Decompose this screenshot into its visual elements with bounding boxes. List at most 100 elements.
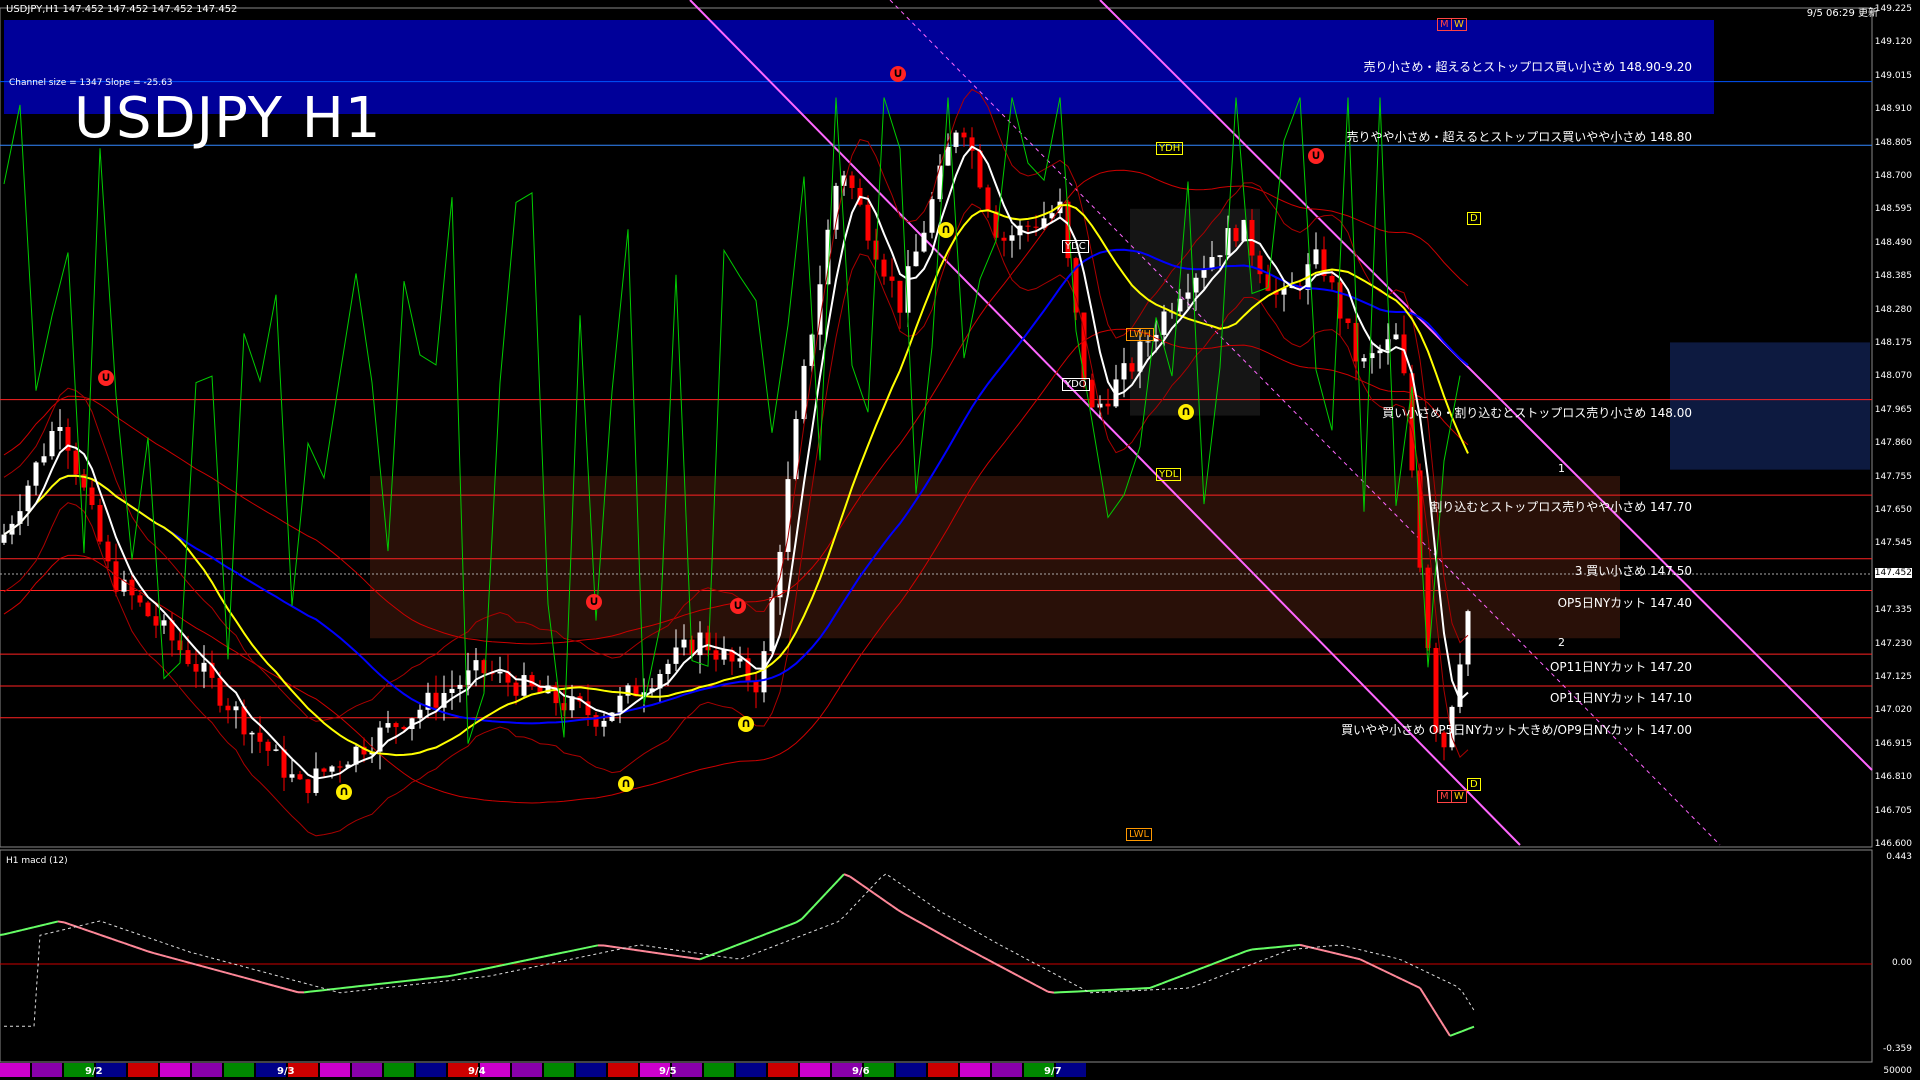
macd-line-segment <box>1035 984 1043 990</box>
macd-line-segment <box>231 973 239 977</box>
candle-body <box>737 658 743 662</box>
macd-label: H1 macd (12) <box>6 856 68 866</box>
macd-line-segment <box>873 892 881 899</box>
buy-signal-icon: ∩ <box>1178 404 1194 420</box>
macd-line-segment <box>1335 952 1343 956</box>
candle-body <box>1097 403 1103 408</box>
macd-line-segment <box>915 919 923 925</box>
macd-line-segment <box>1173 975 1181 980</box>
candle-body <box>1217 255 1223 258</box>
price-tick-label: 147.020 <box>1874 705 1912 716</box>
price-tick-label: 148.385 <box>1874 271 1912 282</box>
macd-line-segment <box>1413 984 1421 989</box>
macd-line-segment <box>687 956 695 960</box>
macd-line-segment <box>171 957 179 961</box>
macd-line-segment <box>1449 1032 1457 1037</box>
macd-line-segment <box>993 962 1001 968</box>
macd-line-segment <box>267 983 275 987</box>
price-tick-label: 148.595 <box>1874 204 1912 215</box>
price-tick-label: 148.700 <box>1874 171 1912 181</box>
price-tick-label: 146.600 <box>1874 839 1912 849</box>
macd-line-segment <box>885 900 893 907</box>
macd-line-segment <box>501 963 509 967</box>
macd-line-segment <box>489 965 497 969</box>
macd-line-segment <box>609 945 617 949</box>
macd-panel-border <box>0 849 1873 1063</box>
candle-body <box>1001 237 1007 241</box>
candle-body <box>49 430 55 457</box>
macd-line-segment <box>849 875 857 882</box>
macd-line-segment <box>837 873 845 882</box>
macd-line-segment <box>1389 972 1397 978</box>
tag-m-bottom: M <box>1437 790 1452 803</box>
macd-line-segment <box>255 979 263 984</box>
candle-body <box>273 749 279 751</box>
candle-body <box>1201 269 1207 278</box>
macd-line-segment <box>435 975 443 979</box>
macd-line-segment <box>549 953 557 957</box>
macd-line-segment <box>723 946 731 952</box>
macd-line-segment <box>63 921 71 926</box>
candle-body <box>401 727 407 730</box>
macd-line-segment <box>135 946 143 951</box>
price-tick-label: 147.545 <box>1874 538 1912 549</box>
session-strip-cell <box>768 1063 798 1077</box>
macd-line-segment <box>1419 987 1427 999</box>
candle-body <box>713 650 719 660</box>
date-label: 9/6 <box>852 1066 870 1077</box>
candle-body <box>1009 235 1015 241</box>
candle-body <box>225 705 231 711</box>
macd-line-segment <box>153 952 161 956</box>
macd-line-segment <box>639 949 647 953</box>
candle-body <box>593 715 599 727</box>
candle-body <box>921 232 927 252</box>
macd-line-segment <box>507 961 515 965</box>
candle-body <box>233 706 239 711</box>
session-strip-cell <box>128 1063 158 1077</box>
candle-body <box>217 677 223 706</box>
price-tick-label: 147.965 <box>1874 404 1912 415</box>
macd-line-segment <box>513 960 521 964</box>
macd-line-segment <box>477 967 485 972</box>
macd-line-segment <box>579 946 587 951</box>
macd-line-segment <box>591 944 599 948</box>
tag-ydl: YDL <box>1156 468 1182 481</box>
macd-line-segment <box>27 926 35 930</box>
macd-line-segment <box>537 955 545 959</box>
macd-line-segment <box>957 942 965 948</box>
macd-line-segment <box>1431 1006 1439 1018</box>
macd-line-segment <box>969 949 977 955</box>
macd-line-segment <box>399 979 407 983</box>
macd-line-segment <box>903 912 911 918</box>
session-strip-cell <box>544 1063 574 1077</box>
macd-line-segment <box>657 952 665 956</box>
tag-d-top: D <box>1467 212 1481 225</box>
candle-body <box>769 597 775 652</box>
macd-line-segment <box>1425 997 1433 1008</box>
macd-line-segment <box>1443 1025 1451 1037</box>
macd-line-segment <box>99 933 107 938</box>
wave-label-1: 1 <box>1558 462 1565 475</box>
price-tick-label: 148.070 <box>1874 371 1912 382</box>
macd-line-segment <box>105 935 113 940</box>
macd-line-segment <box>801 911 809 920</box>
macd-line-segment <box>81 927 89 932</box>
macd-line-segment <box>1461 1028 1469 1033</box>
macd-line-segment <box>111 937 119 942</box>
macd-line-segment <box>1329 951 1337 955</box>
candle-body <box>257 732 263 742</box>
macd-line-segment <box>753 935 761 940</box>
macd-line-segment <box>1239 950 1247 955</box>
macd-line-segment <box>1215 959 1223 964</box>
candle-body <box>1121 363 1127 380</box>
candle-body <box>449 688 455 693</box>
annotation-147-50: 3 買い小さめ 147.50 <box>1574 564 1692 578</box>
candle-body <box>289 774 295 778</box>
candle-body <box>521 675 527 696</box>
candle-body <box>201 662 207 672</box>
oscillator-line <box>3 97 1461 744</box>
candle-body <box>1393 334 1399 340</box>
macd-line-segment <box>249 978 257 982</box>
candle-body <box>977 150 983 188</box>
macd-line-segment <box>615 946 623 950</box>
